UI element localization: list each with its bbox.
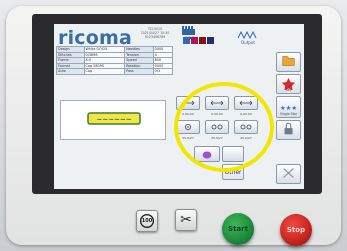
status-table: Design White GOOD Needles 0000 Stitches 0/389… <box>56 46 174 75</box>
center-button-label-6: 25.0/27 <box>240 136 252 140</box>
trace-button[interactable] <box>176 96 200 110</box>
side-button-cross[interactable] <box>276 164 301 184</box>
stars-icon: ★★★ <box>280 105 297 112</box>
side-button-stars-label: Single Star <box>279 112 298 116</box>
arrows-icon <box>210 100 224 106</box>
side-button-stars[interactable]: ★★★ Single Star <box>276 96 301 118</box>
color-swatch-magenta <box>191 37 198 44</box>
color-swatch-red <box>199 37 206 44</box>
arrows-icon <box>239 100 253 106</box>
stop-button[interactable]: Stop <box>280 214 312 246</box>
pattern-button[interactable] <box>205 120 229 134</box>
trim-button[interactable]: ✂ <box>175 209 197 231</box>
speed-button[interactable]: 100 <box>136 210 158 232</box>
embroidery-preview-image: ~~~~~~ <box>87 112 141 125</box>
status-value: Cap <box>83 68 126 75</box>
center-button-label-3: 0.00:00 <box>240 112 252 116</box>
start-button-label: Start <box>228 225 248 233</box>
table-row: Auto Cap Pass 0/1 <box>56 68 174 75</box>
design-preview[interactable]: ~~~~~~ <box>60 100 166 140</box>
color-swatch-blue <box>183 37 190 44</box>
color-swatch-navy <box>207 37 214 44</box>
svg-text:~~~~~~: ~~~~~~ <box>96 116 131 124</box>
center-button-label-1: 0.00:00 <box>182 112 194 116</box>
side-button-favorite-label: Fav <box>285 88 292 92</box>
status-key: Auto <box>56 68 85 75</box>
reset-button[interactable] <box>176 120 200 134</box>
folder-icon <box>282 56 295 66</box>
stitch-wave-icon <box>237 30 257 40</box>
side-button-folder[interactable] <box>276 52 301 72</box>
start-button[interactable]: Start <box>222 213 254 245</box>
cross-arrows-icon <box>283 168 294 178</box>
other-button[interactable]: Other <box>222 164 244 180</box>
device-photo: ricoma TC1501S 2021/04/27 10:30 01234567… <box>0 0 347 251</box>
svg-text:★★★: ★★★ <box>280 105 297 112</box>
header-line-3: 0123456789 <box>144 35 166 39</box>
thread-icon <box>202 151 212 159</box>
lock-icon <box>284 122 293 135</box>
needle-bars <box>182 26 193 35</box>
center-button-label-4: 25.0/27 <box>182 136 194 140</box>
center-button-label-5: 25.0/27 <box>211 136 223 140</box>
header-info: TC1501S 2021/04/27 10:30 0123456789 <box>132 27 178 39</box>
arrows-icon <box>181 100 195 106</box>
output-tab-label: Output <box>241 40 255 45</box>
circles-icon <box>211 124 223 130</box>
stop-button-label: Stop <box>286 226 306 234</box>
touch-screen: ricoma TC1501S 2021/04/27 10:30 01234567… <box>54 24 304 189</box>
circle-dot-icon <box>185 124 191 130</box>
center-button-label-2: 0.00:00 <box>211 112 223 116</box>
side-button-lock[interactable] <box>276 120 301 140</box>
output-tab[interactable]: Output <box>236 30 260 46</box>
status-key: Pass <box>124 68 154 75</box>
side-button-favorite[interactable]: Fav <box>276 74 301 94</box>
repeat-button[interactable] <box>234 120 258 134</box>
circles-icon <box>240 124 252 130</box>
misc-button[interactable] <box>222 146 244 162</box>
status-value: 0/1 <box>152 68 174 75</box>
frame-move-button[interactable] <box>205 96 229 110</box>
color-change-button[interactable] <box>194 146 220 162</box>
offset-button[interactable] <box>234 96 258 110</box>
speed-button-label: 100 <box>141 218 153 224</box>
